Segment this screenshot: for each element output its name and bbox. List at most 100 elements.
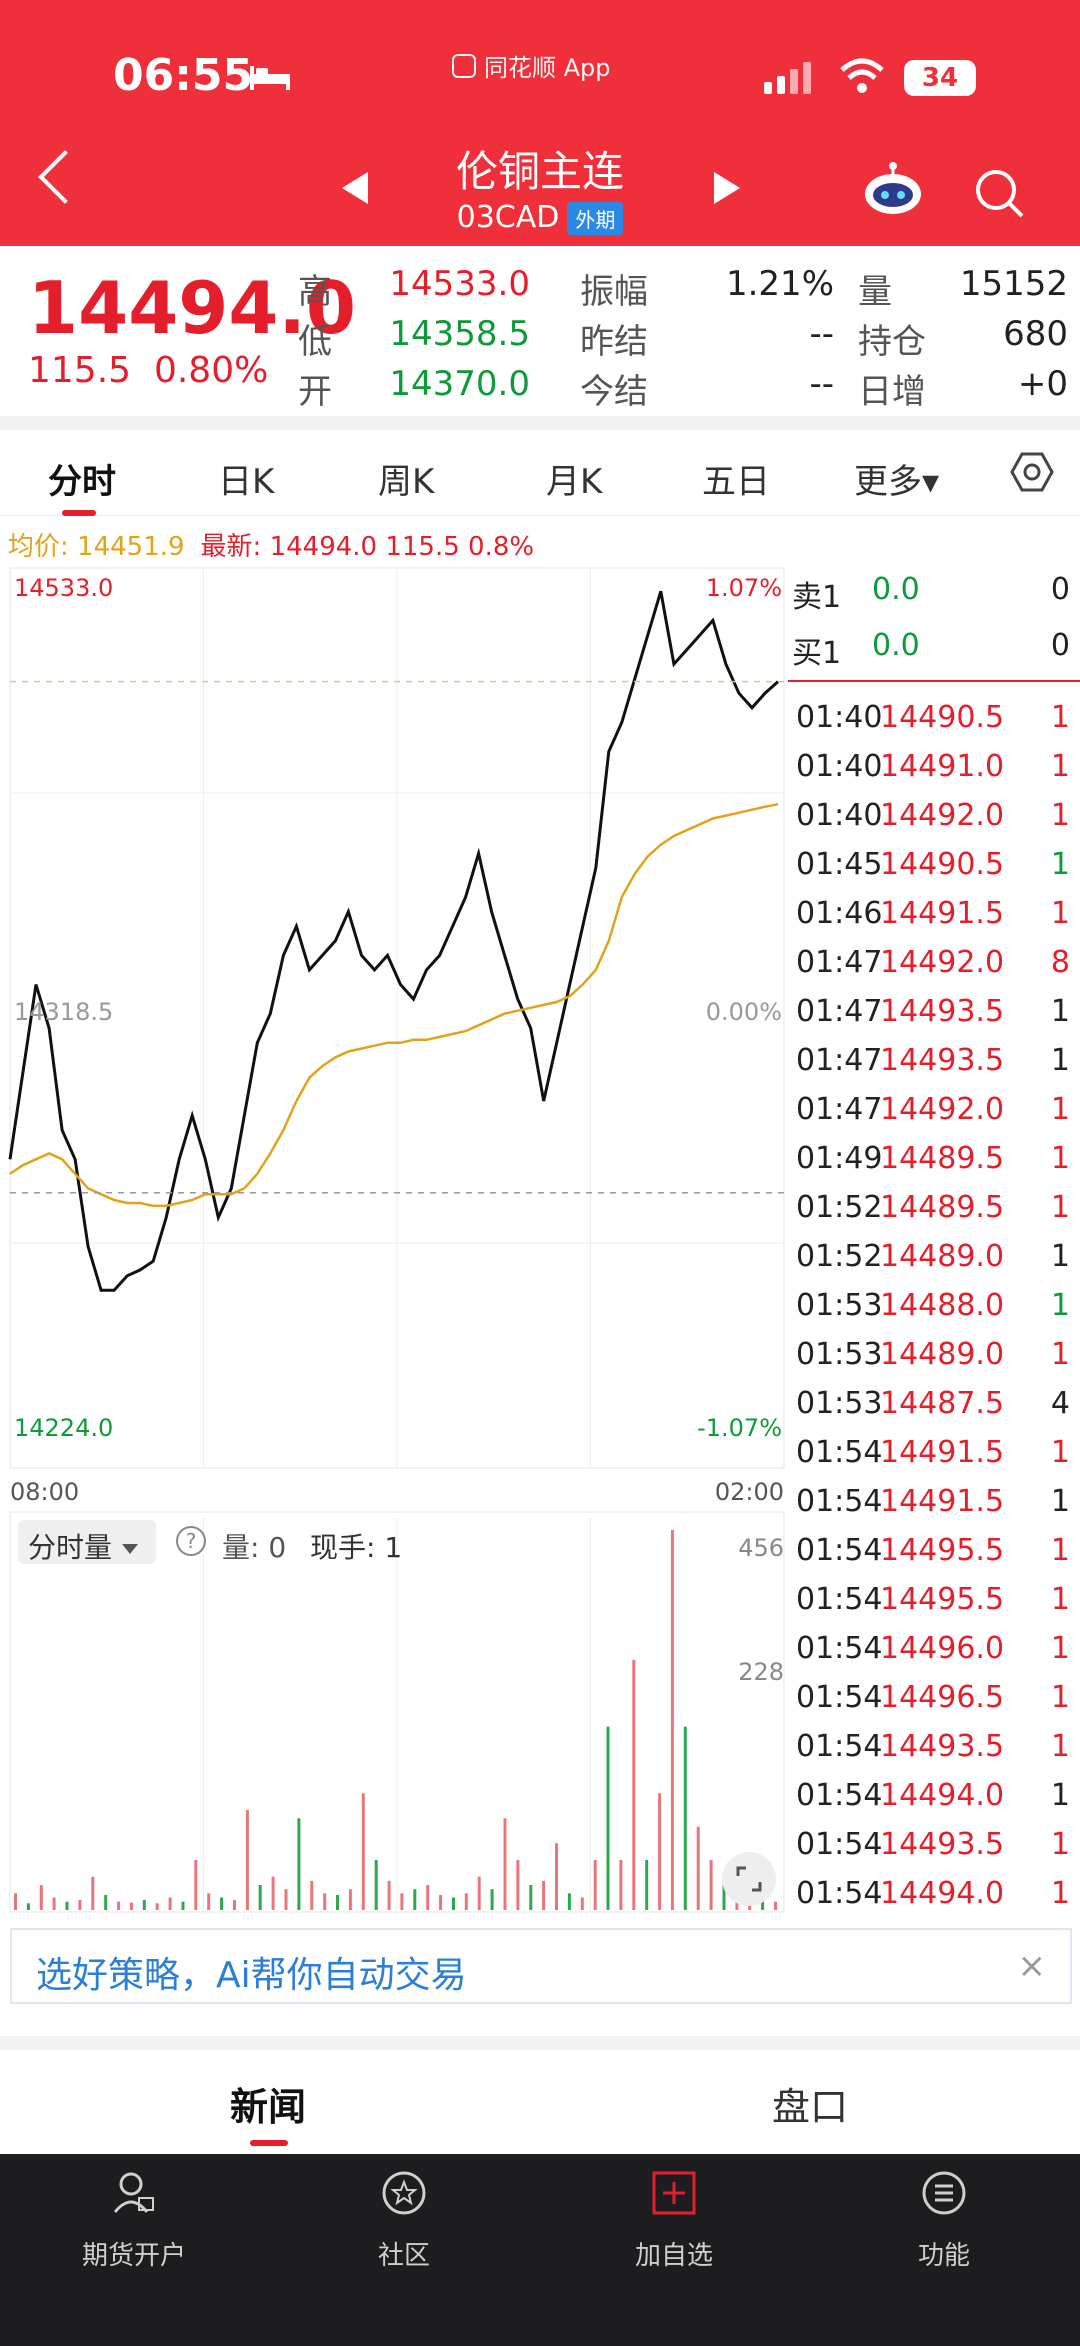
- help-icon[interactable]: ?: [176, 1526, 206, 1556]
- close-icon[interactable]: ×: [1018, 1946, 1047, 1986]
- volume-bar: [91, 1876, 95, 1910]
- expand-icon[interactable]: [722, 1852, 776, 1906]
- tick-row: 01:40 14490.5 1: [796, 700, 1070, 735]
- chart-grid: [9, 567, 785, 1913]
- next-contract-button[interactable]: [714, 172, 740, 204]
- volume-header: 分时量 ? 量: 0 现手: 1: [18, 1520, 778, 1566]
- current-hand: 现手: 1: [310, 1531, 403, 1564]
- nav-functions[interactable]: 功能: [844, 2168, 1044, 2272]
- page-title: 伦铜主连: [455, 147, 624, 196]
- settings-icon[interactable]: [1010, 450, 1054, 494]
- volume-bar: [26, 1903, 30, 1910]
- nav-community[interactable]: 社区: [304, 2168, 504, 2272]
- tick-row: 01:52 14489.5 1: [796, 1190, 1070, 1225]
- pct-mid-label: 0.00%: [706, 998, 782, 1026]
- tick-row: 01:54 14496.0 1: [796, 1631, 1070, 1666]
- tick-row: 01:54 14494.0 1: [796, 1778, 1070, 1813]
- tab-weekly-k[interactable]: 周K: [378, 454, 434, 503]
- section-divider: [0, 2036, 1080, 2050]
- tick-row: 01:54 14491.5 1: [796, 1484, 1070, 1519]
- bed-icon: [250, 66, 290, 90]
- tick-list-panel[interactable]: 卖1 0.0 0 买1 0.0 0 01:40 14490.5 1 01:40 1449…: [788, 566, 1080, 1922]
- nav-add-watchlist[interactable]: 加自选: [574, 2168, 774, 2272]
- tick-row: 01:54 14494.0 1: [796, 1876, 1070, 1911]
- volume-bar: [39, 1885, 43, 1910]
- volume-bar: [619, 1860, 623, 1910]
- app-label: 同花顺 App: [452, 48, 611, 83]
- ask-row: 卖1 0.0 0: [792, 572, 1070, 615]
- y-min-label: 14224.0: [14, 1414, 113, 1442]
- volume-bar: [129, 1902, 133, 1910]
- price-line: [8, 590, 779, 1292]
- avg-price-line: 均价: 14451.9 最新: 14494.0 115.5 0.8%: [8, 526, 534, 563]
- user-icon: [113, 2172, 154, 2213]
- tick-row: 01:53 14489.0 1: [796, 1337, 1070, 1372]
- y-max-label: 14533.0: [14, 574, 113, 602]
- market-tag: 外期: [567, 202, 624, 235]
- volume-bar: [271, 1876, 275, 1910]
- volume-bar: [65, 1901, 69, 1910]
- tick-row: 01:47 14492.0 8: [796, 945, 1070, 980]
- volume-bar: [155, 1903, 159, 1910]
- banner-text[interactable]: 选好策略，Ai帮你自动交易: [36, 1946, 467, 1998]
- volume-bar: [477, 1876, 481, 1910]
- tick-row: 01:53 14488.0 1: [796, 1288, 1070, 1323]
- volume-bar: [670, 1530, 674, 1910]
- x-end-label: 02:00: [715, 1478, 784, 1506]
- y-mid-label: 14318.5: [14, 998, 113, 1026]
- volume-bar: [297, 1818, 301, 1910]
- tab-five-day[interactable]: 五日: [702, 454, 770, 503]
- volume-bars: [14, 1530, 777, 1910]
- intraday-chart[interactable]: 14533.0 14318.5 14224.0 1.07% 0.00% -1.0…: [0, 560, 790, 1920]
- promo-banner[interactable]: 选好策略，Ai帮你自动交易 ×: [10, 1928, 1072, 2004]
- volume-bar: [78, 1900, 82, 1910]
- volume-bar: [580, 1897, 584, 1910]
- chart-tabs: 分时 日K 周K 月K 五日 更多▾: [0, 430, 1080, 516]
- menu-icon: [922, 2171, 966, 2215]
- volume-bar: [413, 1889, 417, 1910]
- tick-row: 01:45 14490.5 1: [796, 847, 1070, 882]
- tick-row: 01:40 14491.0 1: [796, 749, 1070, 784]
- volume-bar: [464, 1893, 468, 1910]
- community-star-icon: [382, 2171, 426, 2215]
- nav-account[interactable]: 期货开户: [34, 2168, 234, 2272]
- volume-bar: [426, 1885, 430, 1910]
- tab-more[interactable]: 更多▾: [854, 454, 939, 503]
- caret-down-icon: [122, 1544, 139, 1554]
- robot-assistant-icon[interactable]: [862, 162, 924, 218]
- volume-bar: [387, 1880, 391, 1910]
- volume-bar: [658, 1793, 662, 1910]
- volume-bar: [52, 1897, 56, 1910]
- search-icon[interactable]: [972, 166, 1028, 222]
- tick-row: 01:47 14492.0 1: [796, 1092, 1070, 1127]
- vol-mid-label: 228: [738, 1658, 784, 1686]
- orderbook-divider: [788, 680, 1080, 682]
- volume-bar: [632, 1660, 636, 1910]
- volume-bar: [516, 1860, 520, 1910]
- tab-news[interactable]: 新闻: [230, 2076, 306, 2131]
- volume-bar: [503, 1818, 507, 1910]
- volume-bar: [567, 1893, 571, 1910]
- tick-row: 01:49 14489.5 1: [796, 1141, 1070, 1176]
- news-tab-indicator: [250, 2140, 288, 2146]
- prev-contract-button[interactable]: [342, 172, 368, 204]
- tab-active-indicator: [62, 510, 96, 516]
- volume-bar: [683, 1726, 687, 1910]
- wifi-icon: [840, 58, 884, 93]
- volume-bar: [194, 1860, 198, 1910]
- tab-order-panel[interactable]: 盘口: [772, 2076, 848, 2131]
- bottom-content-tabs: 新闻 盘口: [0, 2050, 1080, 2154]
- volume-bar: [336, 1895, 339, 1910]
- x-start-label: 08:00: [10, 1478, 79, 1506]
- volume-bar: [439, 1895, 443, 1910]
- tick-row: 01:53 14487.5 4: [796, 1386, 1070, 1421]
- tab-monthly-k[interactable]: 月K: [546, 454, 602, 503]
- tab-intraday[interactable]: 分时: [48, 454, 116, 503]
- volume-bar: [181, 1901, 185, 1910]
- quote-row-high: 高 14533.0 振幅 1.21% 量 15152: [298, 264, 1068, 312]
- back-button[interactable]: [38, 150, 92, 204]
- volume-bar: [348, 1889, 352, 1910]
- tab-daily-k[interactable]: 日K: [218, 454, 274, 503]
- volume-type-select[interactable]: 分时量: [18, 1520, 156, 1564]
- add-icon: [652, 2171, 696, 2215]
